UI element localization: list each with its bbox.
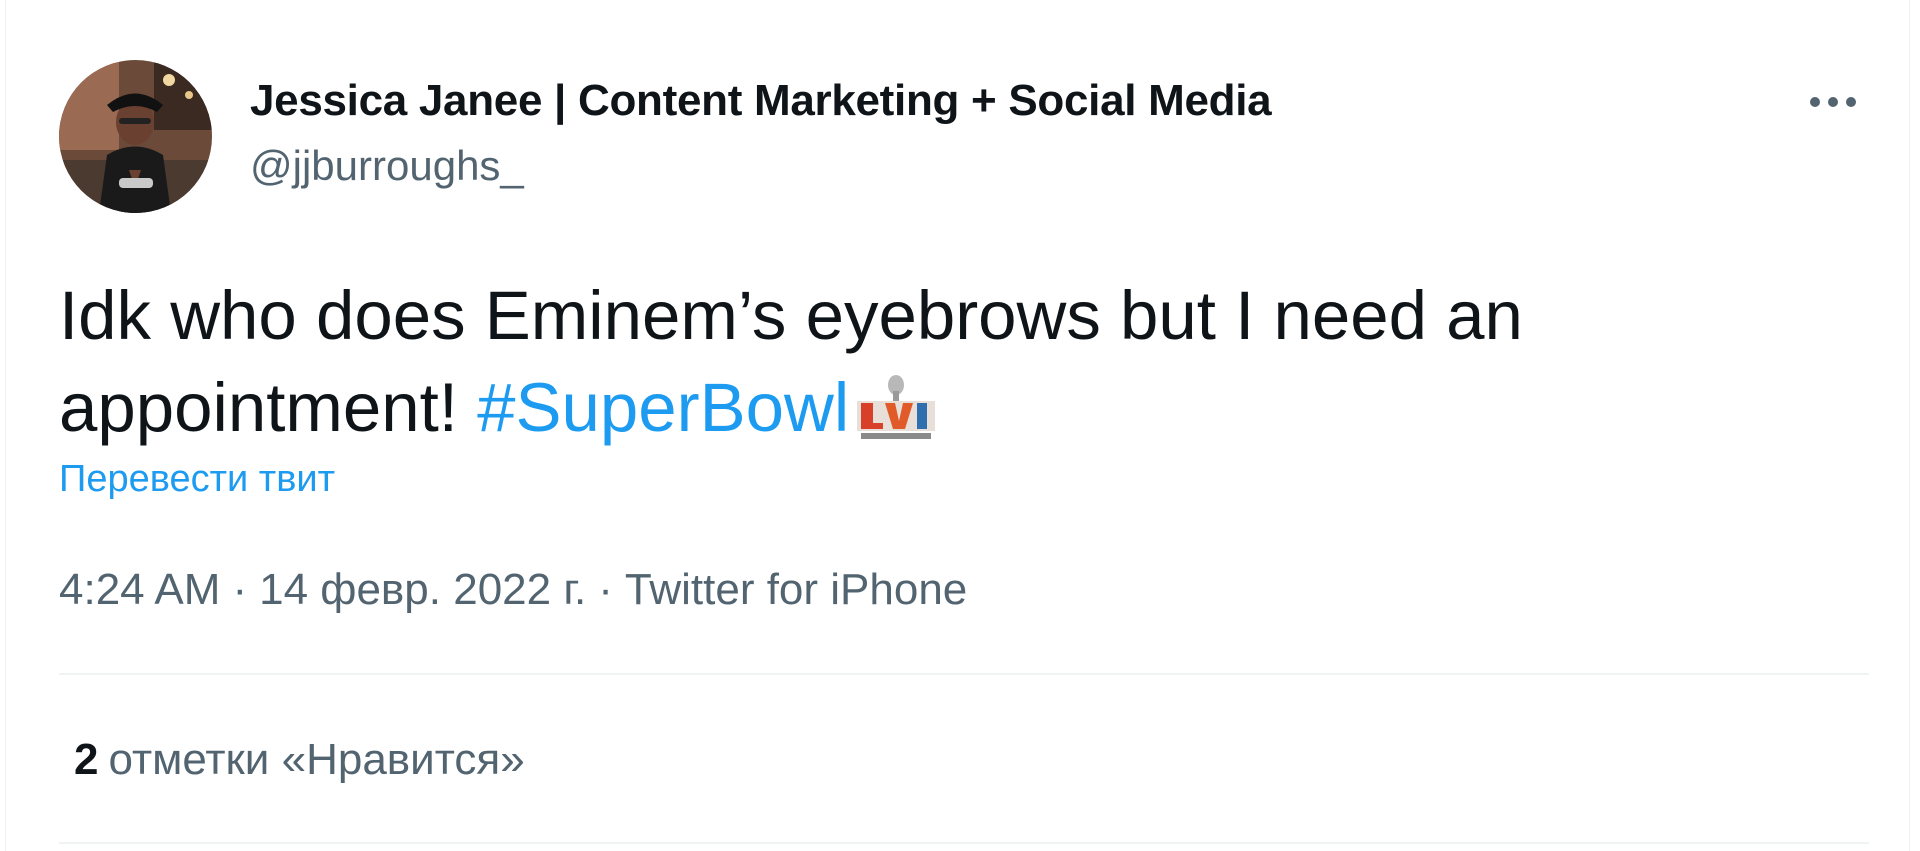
tweet-date[interactable]: 14 февр. 2022 г. bbox=[259, 565, 586, 614]
tweet-metadata: 4:24 AM · 14 февр. 2022 г. · Twitter for iPh… bbox=[59, 565, 967, 615]
tweet-time[interactable]: 4:24 AM bbox=[59, 565, 220, 614]
meta-separator: · bbox=[598, 565, 613, 614]
super-bowl-lvi-icon bbox=[851, 371, 941, 466]
more-horizontal-icon bbox=[1810, 97, 1856, 107]
tweet-text-line-2: appointment! #SuperBowl bbox=[59, 362, 1809, 466]
tweet-text-line-1: Idk who does Eminem’s eyebrows but I nee… bbox=[59, 277, 1523, 354]
hashtag-link[interactable]: #SuperBowl bbox=[477, 369, 849, 446]
author-handle[interactable]: @jjburroughs_ bbox=[250, 142, 524, 190]
likes-count: 2 bbox=[74, 735, 99, 784]
tweet-text: Idk who does Eminem’s eyebrows but I nee… bbox=[59, 270, 1809, 466]
translate-tweet-link[interactable]: Перевести твит bbox=[59, 458, 335, 501]
author-display-name[interactable]: Jessica Janee | Content Marketing + Soci… bbox=[250, 76, 1272, 126]
tweet-card: Jessica Janee | Content Marketing + Soci… bbox=[5, 0, 1910, 851]
avatar-photo bbox=[59, 60, 212, 213]
divider bbox=[59, 842, 1869, 844]
likes-label: отметки «Нравится» bbox=[108, 735, 525, 784]
more-options-button[interactable] bbox=[1803, 80, 1863, 124]
likes-stat[interactable]: 2 отметки «Нравится» bbox=[74, 735, 525, 785]
tweet-source[interactable]: Twitter for iPhone bbox=[625, 565, 967, 614]
tweet-text-prefix: appointment! bbox=[59, 369, 478, 446]
avatar[interactable] bbox=[59, 60, 212, 213]
meta-separator: · bbox=[232, 565, 248, 614]
divider bbox=[59, 673, 1869, 675]
